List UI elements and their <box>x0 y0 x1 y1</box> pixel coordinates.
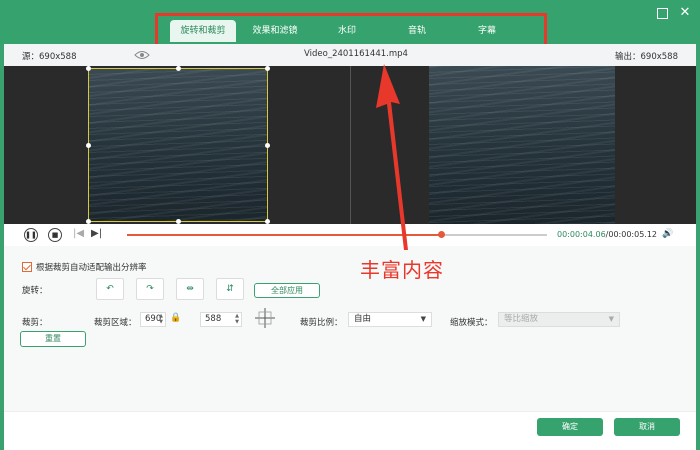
footer: 确定 取消 <box>4 411 696 450</box>
info-bar: 源：690x588 Video_2401161441.mp4 输出：690x58… <box>4 44 696 66</box>
rotate-right-button[interactable]: ↷ <box>136 278 164 300</box>
rotate-label: 旋转： <box>22 286 48 296</box>
crop-handle[interactable] <box>86 66 91 71</box>
chevron-down-icon: ▼ <box>608 315 614 323</box>
crop-handle[interactable] <box>265 66 270 71</box>
crop-label: 裁剪： <box>22 318 48 328</box>
zoom-mode-value: 等比缩放 <box>504 314 539 324</box>
volume-icon[interactable]: 🔊 <box>662 229 673 239</box>
preview-divider <box>350 66 351 224</box>
preview-area <box>4 66 696 224</box>
ok-button[interactable]: 确定 <box>537 418 603 436</box>
annotation-text: 丰富内容 <box>360 258 444 282</box>
reset-button[interactable]: 重置 <box>20 331 86 347</box>
lock-icon[interactable]: 🔒 <box>170 313 181 323</box>
pause-icon[interactable]: ❚❚ <box>24 228 38 242</box>
crop-frame[interactable] <box>86 66 270 224</box>
spin-arrows-icon[interactable]: ▲ ▼ <box>235 313 239 325</box>
crop-area-label: 裁剪区域： <box>94 318 137 328</box>
rotate-left-button[interactable]: ↶ <box>96 278 124 300</box>
zoom-mode-select: 等比缩放 ▼ <box>498 312 620 327</box>
eye-icon[interactable] <box>134 50 150 60</box>
ratio-select[interactable]: 自由 ▼ <box>348 312 432 327</box>
current-time: 00:00:04.06 <box>557 230 606 239</box>
crop-handle[interactable] <box>86 143 91 148</box>
next-frame-icon[interactable]: ▶| <box>91 228 102 239</box>
time-display: 00:00:04.06/00:00:05.12 <box>557 230 657 239</box>
annotation-arrow <box>376 64 408 250</box>
output-resolution: 输出：690x588 <box>615 52 678 62</box>
crop-height-input[interactable]: 588 ▲ ▼ <box>200 312 242 327</box>
crop-height-value: 588 <box>205 314 222 324</box>
flip-horizontal-button[interactable]: ⇹ <box>176 278 204 300</box>
ratio-label: 裁剪比例： <box>300 318 343 328</box>
cancel-button[interactable]: 取消 <box>614 418 680 436</box>
auto-fit-checkbox[interactable] <box>22 262 32 272</box>
timeline-remaining[interactable] <box>441 234 547 236</box>
flip-vertical-button[interactable]: ⇵ <box>216 278 244 300</box>
playback-controls: ❚❚ ■ |◀ ▶| 00:00:04.06/00:00:05.12 🔊 <box>4 224 696 246</box>
source-resolution: 源：690x588 <box>22 52 77 62</box>
zoom-mode-label: 缩放模式： <box>450 318 493 328</box>
previous-frame-icon[interactable]: |◀ <box>73 228 84 239</box>
crop-width-input[interactable]: 690 ▲ ▼ <box>140 312 166 327</box>
apply-all-button[interactable]: 全部应用 <box>254 283 320 298</box>
options-panel: 根据裁剪自动适配输出分辨率 旋转： ↶ ↷ ⇹ ⇵ 全部应用 裁剪： 裁剪区域：… <box>4 246 696 411</box>
timeline-thumb[interactable] <box>438 231 445 238</box>
auto-fit-label: 根据裁剪自动适配输出分辨率 <box>36 263 147 273</box>
maximize-icon[interactable] <box>657 8 668 19</box>
ratio-value: 自由 <box>354 314 372 324</box>
chevron-down-icon: ▼ <box>420 315 426 323</box>
close-icon[interactable]: ✕ <box>678 6 692 20</box>
output-preview-video <box>429 66 615 224</box>
stop-icon[interactable]: ■ <box>48 228 62 242</box>
video-filename: Video_2401161441.mp4 <box>304 49 408 59</box>
spin-arrows-icon[interactable]: ▲ ▼ <box>159 313 163 325</box>
center-crop-icon[interactable] <box>255 308 275 328</box>
total-time: /00:00:05.12 <box>605 230 658 239</box>
crop-handle[interactable] <box>176 66 181 71</box>
crop-handle[interactable] <box>265 143 270 148</box>
